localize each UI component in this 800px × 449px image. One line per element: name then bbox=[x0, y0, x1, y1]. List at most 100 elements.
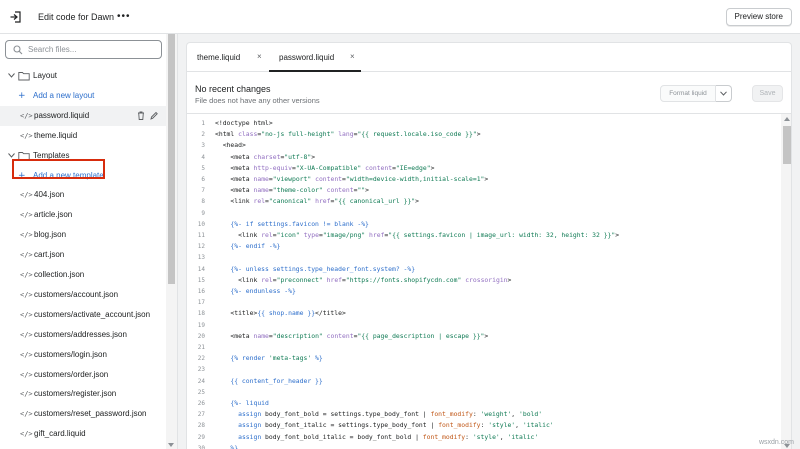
code-text: {%- unless settings.type_header_font.sys… bbox=[230, 264, 416, 273]
line-number: 29 bbox=[197, 433, 205, 441]
line-number: 12 bbox=[197, 243, 205, 251]
sidebar-item-label: customers/activate_account.json bbox=[34, 309, 151, 319]
search-box[interactable] bbox=[5, 40, 162, 59]
code-text: <meta name="description" content="{{ pag… bbox=[230, 331, 489, 340]
code-text: <title>{{ shop.name }}</title> bbox=[230, 309, 346, 318]
sidebar-item-cart-json[interactable]: </> cart.json bbox=[0, 245, 168, 265]
close-icon[interactable]: × bbox=[257, 52, 262, 61]
code-file-icon: </> bbox=[20, 330, 33, 339]
line-number: 28 bbox=[197, 422, 205, 430]
line-number: 15 bbox=[197, 276, 205, 284]
preview-store-button[interactable]: Preview store bbox=[725, 8, 792, 26]
code-file-icon: </> bbox=[20, 231, 33, 240]
line-number: 17 bbox=[197, 299, 205, 307]
code-text: <head> bbox=[222, 141, 246, 150]
code-text: {%- endunless -%} bbox=[230, 287, 296, 295]
line-number: 6 bbox=[201, 176, 205, 183]
sidebar-item-add-a-new-layout[interactable]: + Add a new layout bbox=[0, 86, 168, 106]
line-number: 3 bbox=[201, 142, 205, 150]
line-number: 5 bbox=[201, 164, 205, 172]
sidebar-item-customers-order-json[interactable]: </> customers/order.json bbox=[0, 365, 168, 385]
code-file-icon: </> bbox=[20, 191, 33, 200]
top-bar: Edit code for Dawn ••• Preview store bbox=[0, 0, 800, 34]
tab-theme-liquid[interactable]: theme.liquid × bbox=[187, 43, 267, 72]
chevron-down-icon bbox=[720, 91, 727, 96]
sidebar-item-blog-json[interactable]: </> blog.json bbox=[0, 225, 168, 245]
code-text: {%- endif -%} bbox=[230, 242, 281, 251]
line-number: 9 bbox=[201, 209, 205, 217]
folder-icon bbox=[18, 72, 30, 81]
sidebar-item-customers-register-json[interactable]: </> customers/register.json bbox=[0, 384, 168, 404]
file-sidebar: Layout+Add a new layout</>password.liqui… bbox=[0, 34, 178, 449]
sidebar-item-label: customers/order.json bbox=[34, 369, 109, 379]
sidebar-item-customers-reset-password-json[interactable]: </> customers/reset_password.json bbox=[0, 404, 168, 424]
code-text: assign body_font_bold_italic = body_font… bbox=[238, 432, 539, 441]
delete-icon[interactable] bbox=[137, 111, 145, 120]
code-file-icon: </> bbox=[20, 430, 33, 439]
close-icon[interactable]: × bbox=[350, 52, 355, 61]
sidebar-item-customers-activate-account-json[interactable]: </> customers/activate_account.json bbox=[0, 305, 168, 325]
line-number: 25 bbox=[197, 388, 205, 396]
sidebar-scroll-thumb[interactable] bbox=[168, 34, 175, 284]
line-number: 13 bbox=[197, 254, 205, 262]
line-number: 8 bbox=[201, 198, 205, 206]
sidebar-item-layout[interactable]: Layout bbox=[0, 66, 168, 86]
sidebar-item-label: theme.liquid bbox=[34, 130, 78, 140]
line-number: 24 bbox=[197, 377, 205, 385]
code-file-icon: </> bbox=[20, 271, 33, 279]
sidebar-item-gift-card-liquid[interactable]: </> gift_card.liquid bbox=[0, 424, 168, 444]
editor-panel: theme.liquid × password.liquid × No rece… bbox=[186, 42, 792, 449]
sidebar-item-password-liquid[interactable]: </> password.liquid bbox=[0, 105, 168, 126]
sidebar-item-customers-login-json[interactable]: </> customers/login.json bbox=[0, 345, 168, 365]
line-number: 20 bbox=[197, 332, 205, 340]
editor-scroll-thumb[interactable] bbox=[783, 126, 791, 164]
exit-icon[interactable] bbox=[9, 10, 23, 24]
line-number: 14 bbox=[197, 265, 205, 273]
sidebar-item-theme-liquid[interactable]: </> theme.liquid bbox=[0, 126, 168, 146]
line-number: 30 bbox=[197, 444, 205, 449]
chevron-down-icon[interactable] bbox=[8, 72, 15, 79]
code-file-icon: </> bbox=[20, 111, 33, 120]
more-actions-icon[interactable]: ••• bbox=[117, 11, 131, 22]
chevron-down-icon[interactable] bbox=[8, 152, 15, 159]
sidebar-item-customers-account-json[interactable]: </> customers/account.json bbox=[0, 285, 168, 305]
sidebar-item-customers-addresses-json[interactable]: </> customers/addresses.json bbox=[0, 325, 168, 345]
format-liquid-button[interactable]: Format liquid bbox=[660, 85, 716, 102]
sidebar-item-label: blog.json bbox=[34, 230, 67, 240]
tab-password-liquid[interactable]: password.liquid × bbox=[269, 43, 361, 72]
code-file-icon: </> bbox=[20, 370, 33, 379]
format-dropdown-button[interactable] bbox=[716, 85, 732, 102]
sidebar-item-label: Layout bbox=[33, 71, 58, 80]
code-text: {%- if settings.favicon != blank -%} bbox=[230, 219, 369, 228]
scroll-down-arrow-icon[interactable] bbox=[168, 443, 174, 447]
line-number: 4 bbox=[201, 153, 205, 161]
line-number: 1 bbox=[201, 120, 205, 127]
search-input[interactable] bbox=[28, 43, 158, 56]
code-file-icon: </> bbox=[20, 251, 33, 260]
line-number: 11 bbox=[197, 232, 205, 239]
sidebar-item-label: gift_card.liquid bbox=[34, 429, 86, 439]
search-icon bbox=[13, 45, 23, 55]
line-number: 21 bbox=[197, 344, 205, 351]
code-text: {{ content_for_header }} bbox=[230, 376, 323, 385]
code-text: assign body_font_italic = settings.type_… bbox=[238, 421, 554, 430]
sidebar-item-label: password.liquid bbox=[34, 110, 90, 120]
code-text: assign body_font_bold = settings.type_bo… bbox=[238, 410, 543, 419]
code-file-icon: </> bbox=[20, 290, 33, 299]
scroll-up-arrow-icon[interactable] bbox=[784, 117, 790, 121]
sidebar-scrollbar[interactable] bbox=[166, 34, 177, 449]
watermark: wsxdn.com bbox=[758, 439, 794, 446]
line-number: 18 bbox=[197, 310, 205, 318]
save-button[interactable]: Save bbox=[752, 85, 783, 102]
code-file-icon: </> bbox=[20, 131, 33, 140]
sidebar-item-article-json[interactable]: </> article.json bbox=[0, 205, 168, 225]
code-editor[interactable]: 1 <!doctype html> 2 <html class="no-js full… bbox=[187, 113, 791, 449]
rename-icon[interactable] bbox=[150, 111, 158, 120]
tab-bar: theme.liquid × password.liquid × bbox=[187, 43, 791, 72]
sidebar-item-collection-json[interactable]: </> collection.json bbox=[0, 265, 168, 285]
line-number: 10 bbox=[197, 220, 205, 228]
editor-scrollbar[interactable] bbox=[781, 114, 791, 449]
sidebar-item-404-json[interactable]: </> 404.json bbox=[0, 185, 168, 205]
line-number: 7 bbox=[201, 187, 205, 195]
code-file-icon: </> bbox=[20, 310, 33, 319]
